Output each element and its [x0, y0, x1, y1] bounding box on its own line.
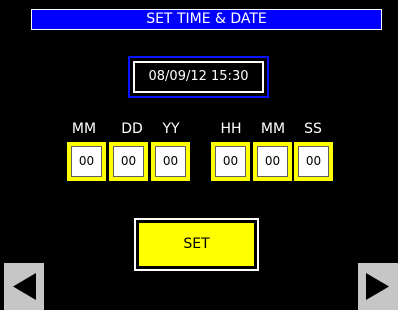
hour-label: HH [220, 121, 242, 137]
day-value[interactable]: 00 [113, 146, 144, 177]
month-value[interactable]: 00 [71, 146, 102, 177]
day-field[interactable]: 00 [109, 142, 148, 181]
minute-field[interactable]: 00 [253, 142, 292, 181]
second-field[interactable]: 00 [294, 142, 333, 181]
minute-value[interactable]: 00 [257, 146, 288, 177]
minute-label: MM [260, 121, 286, 137]
arrow-left-icon [13, 273, 36, 300]
set-button-label[interactable]: SET [139, 223, 254, 266]
current-datetime-text: 08/09/12 15:30 [133, 61, 264, 93]
year-value[interactable]: 00 [155, 146, 186, 177]
previous-button[interactable] [4, 263, 44, 310]
hour-value[interactable]: 00 [215, 146, 246, 177]
day-label: DD [121, 121, 143, 137]
year-field[interactable]: 00 [151, 142, 190, 181]
page-title: SET TIME & DATE [31, 9, 382, 30]
month-label: MM [71, 121, 97, 137]
arrow-right-icon [366, 273, 389, 300]
year-label: YY [162, 121, 180, 137]
hour-field[interactable]: 00 [211, 142, 250, 181]
second-value[interactable]: 00 [298, 146, 329, 177]
current-datetime-display: 08/09/12 15:30 [128, 56, 269, 98]
set-button[interactable]: SET [134, 218, 259, 271]
second-label: SS [304, 121, 322, 137]
next-button[interactable] [358, 263, 398, 310]
month-field[interactable]: 00 [67, 142, 106, 181]
